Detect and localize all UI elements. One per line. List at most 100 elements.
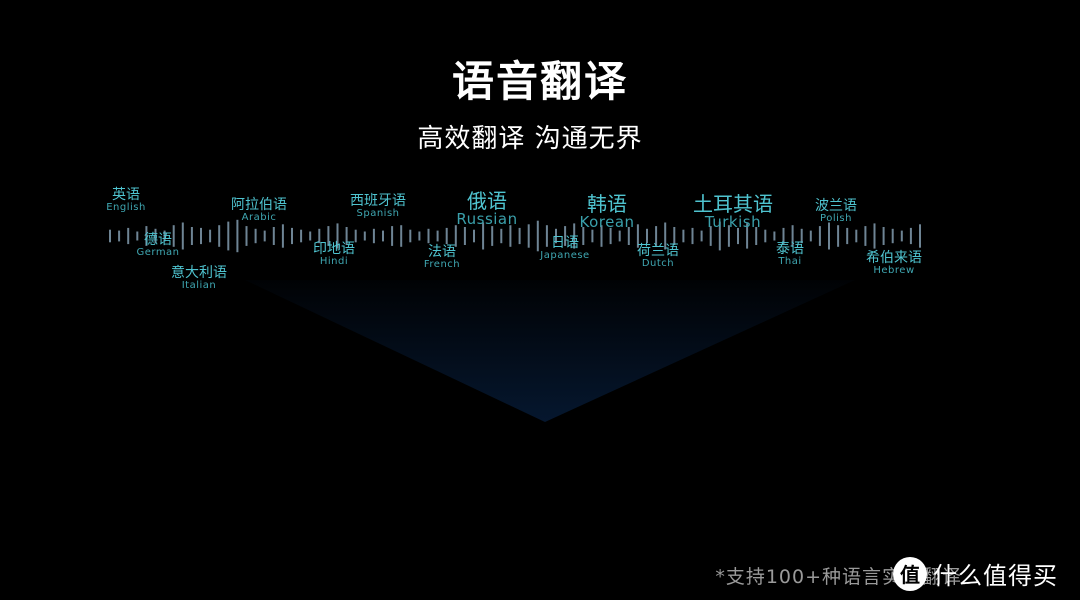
language-label-english: 英语 English [106,188,146,213]
waveform-bar [272,227,275,245]
language-label-korean: 韩语 Korean [579,194,634,231]
waveform-bar [418,231,421,241]
waveform-bar [909,227,912,245]
language-zh: 德语 [143,232,172,248]
waveform-bar [846,227,849,245]
waveform-bar [873,223,876,249]
waveform-bar [300,229,303,243]
language-zh: 韩语 [587,192,627,216]
language-label-hindi: 印地语 Hindi [313,242,355,267]
waveform-bar [773,231,776,241]
waveform-bar [618,230,621,242]
waveform-bar [218,225,221,247]
language-zh: 印地语 [313,241,355,257]
language-en: Polish [820,212,852,224]
language-en: French [423,258,461,270]
language-zh: 西班牙语 [350,193,406,209]
waveform-bar [509,225,512,247]
waveform-bar [900,230,903,242]
language-zh: 日语 [551,235,579,251]
language-en: German [136,246,180,258]
language-en: Hindi [319,255,349,267]
audio-waveform [109,219,921,253]
language-label-japanese: 日语 Japanese [540,236,589,261]
waveform-bar [382,230,384,242]
waveform-bar [764,229,767,243]
language-en: Arabic [241,211,277,223]
watermark: 值 什么值得买 [893,556,1058,591]
waveform-bar [855,229,858,243]
waveform-bar [363,231,366,241]
waveform-bar [518,227,521,245]
watermark-badge-icon: 值 [893,556,927,591]
waveform-bar [500,228,503,244]
waveform-bar [828,222,830,250]
language-label-dutch: 荷兰语 Dutch [637,244,679,269]
language-en: Dutch [641,257,675,269]
language-zh: 法语 [428,244,456,260]
language-label-thai: 泰语 Thai [776,242,804,267]
waveform-bar [127,227,130,245]
language-en: Italian [181,279,217,291]
waveform-bar [291,227,293,245]
waveform-bar [400,225,403,247]
language-label-hebrew: 希伯来语 Hebrew [866,251,922,276]
waveform-bar [436,230,439,242]
language-zh: 意大利语 [171,265,227,281]
waveform-bar [209,229,212,243]
waveform-bar [372,228,375,244]
waveform-bar [473,229,475,243]
language-zh: 土耳其语 [693,192,773,216]
waveform-bar [445,227,448,245]
waveform-bar [591,229,594,243]
waveform-bar [809,230,812,242]
language-label-russian: 俄语 Russian [456,191,517,228]
language-en: Korean [579,213,635,231]
waveform-bar [427,228,430,244]
waveform-bar [354,229,357,243]
language-en: Russian [456,210,518,228]
language-label-polish: 波兰语 Polish [815,199,857,224]
waveform-bar [646,228,648,244]
language-label-italian: 意大利语 Italian [171,266,227,291]
waveform-bar [919,224,921,248]
waveform-bar [181,222,184,250]
waveform-bar [245,226,248,246]
language-en: Thai [778,255,802,267]
language-zh: 波兰语 [815,198,857,214]
language-en: Turkish [704,213,762,231]
language-label-spanish: 西班牙语 Spanish [350,194,406,219]
waveform-bar [491,226,494,246]
waveform-bar [864,226,867,246]
waveform-bar [263,230,266,242]
waveform-bar [254,228,257,244]
language-label-arabic: 阿拉伯语 Arabic [231,198,287,223]
waveform-bar [891,228,894,244]
waveform-bar [200,227,202,245]
language-zh: 阿拉伯语 [231,197,287,213]
waveform-bar [700,230,703,242]
waveform-bar [391,226,394,246]
language-en: Hebrew [873,264,915,276]
language-en: English [106,201,146,213]
watermark-text: 什么值得买 [933,562,1058,590]
waveform-bar [281,224,284,248]
waveform-bar [118,230,121,242]
waveform-bar [227,221,230,251]
waveform-bar [527,224,530,248]
waveform-bar [109,229,111,243]
language-label-german: 德语 German [136,233,179,258]
language-en: Japanese [540,249,590,261]
language-zh: 泰语 [776,241,804,257]
language-zh: 英语 [111,187,140,203]
waveform-bar [536,220,539,252]
waveform-bar [190,227,193,245]
waveform-bar [309,231,312,241]
waveform-bar [882,227,885,245]
waveform-bar [409,229,412,243]
waveform-bar [682,229,685,243]
language-zh: 希伯来语 [866,250,922,266]
waveform-bar [837,225,840,247]
language-en: Spanish [356,207,400,219]
waveform-bar [236,219,239,253]
